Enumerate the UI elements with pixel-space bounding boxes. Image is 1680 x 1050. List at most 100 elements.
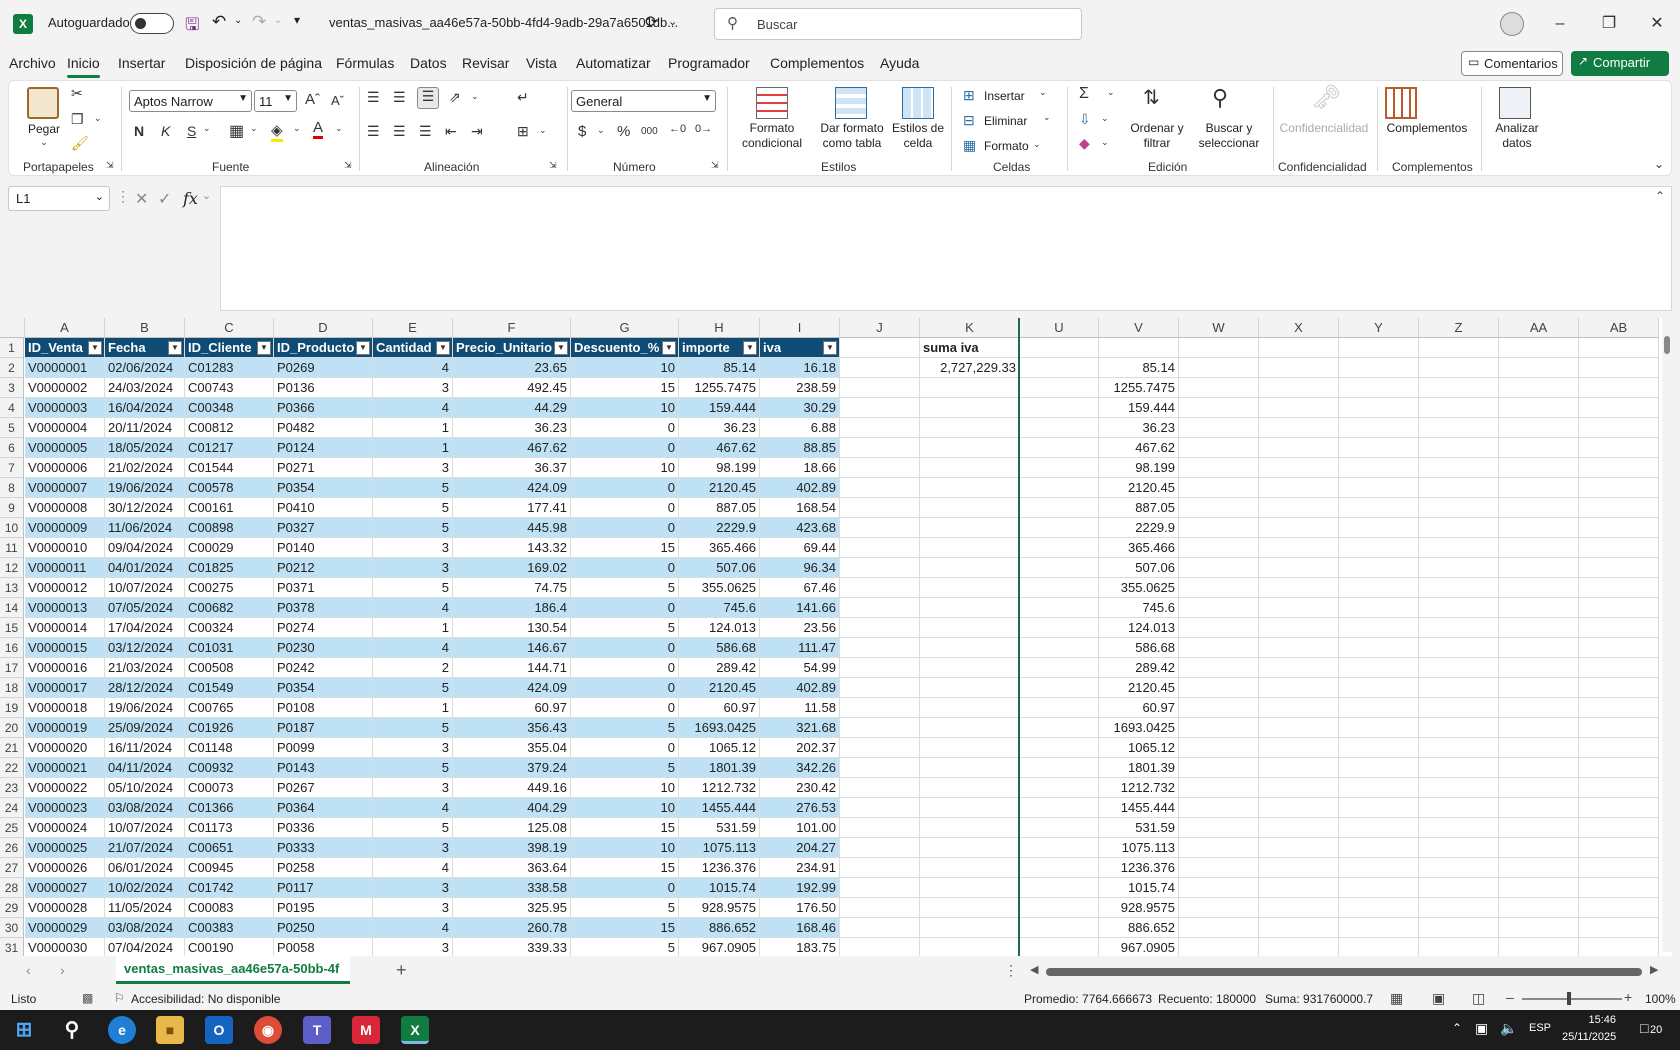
horizontal-scroll-thumb[interactable] [1046,968,1642,976]
sum-iva-value[interactable]: 2,727,229.33 [920,358,1020,378]
row-header[interactable]: 25 [0,818,24,838]
table-cell[interactable]: 4 [373,858,453,878]
table-cell[interactable] [1020,478,1099,498]
table-cell[interactable]: 5 [373,498,453,518]
table-cell[interactable] [1259,738,1339,758]
table-cell[interactable]: 168.46 [760,918,840,938]
table-cell[interactable] [840,678,920,698]
table-cell[interactable]: V0000030 [25,938,105,956]
table-cell[interactable]: 0 [571,498,679,518]
tab-ayuda[interactable]: Ayuda [880,55,919,71]
table-cell[interactable]: 5 [571,898,679,918]
table-cell[interactable]: 16/11/2024 [105,738,185,758]
table-cell[interactable] [1419,558,1499,578]
column-header[interactable]: C [185,318,274,338]
sort-filter-label-1[interactable]: Ordenar y [1127,121,1187,136]
network-icon[interactable]: ▣ [1475,1020,1488,1037]
table-cell[interactable]: 1801.39 [679,758,760,778]
table-cell[interactable]: 1 [373,698,453,718]
align-bottom-icon[interactable]: ☰ [417,87,439,109]
table-cell[interactable] [1579,798,1659,818]
table-cell[interactable] [920,478,1020,498]
table-cell[interactable] [1259,798,1339,818]
format-as-table-icon[interactable] [835,87,867,119]
column-header[interactable]: AB [1579,318,1659,338]
table-cell[interactable]: P0058 [274,938,373,956]
row-header[interactable]: 16 [0,638,24,658]
table-cell[interactable] [1339,598,1419,618]
table-cell[interactable]: P0364 [274,798,373,818]
table-cell[interactable] [1499,778,1579,798]
table-cell[interactable] [1179,938,1259,956]
row-header[interactable]: 3 [0,378,24,398]
table-cell[interactable]: V0000002 [25,378,105,398]
underline-button[interactable]: S [187,123,196,139]
minimize-icon[interactable]: – [1548,12,1572,36]
wrap-text-icon[interactable]: ↵ [517,89,529,106]
table-cell[interactable]: C00651 [185,838,274,858]
table-cell[interactable] [920,858,1020,878]
table-cell[interactable] [1499,658,1579,678]
filter-dropdown-icon[interactable]: ▼ [88,341,102,355]
table-cell[interactable]: 3 [373,378,453,398]
table-cell[interactable]: 10/02/2024 [105,878,185,898]
analyze-data-icon[interactable] [1499,87,1531,119]
table-cell[interactable] [840,518,920,538]
table-cell[interactable] [1499,518,1579,538]
table-cell[interactable] [1020,458,1099,478]
table-cell[interactable] [1419,738,1499,758]
table-cell[interactable] [1499,498,1579,518]
table-cell[interactable]: V0000014 [25,618,105,638]
table-cell[interactable]: V0000011 [25,558,105,578]
number-format-select[interactable]: General ▼ [571,90,716,112]
table-cell[interactable]: V0000022 [25,778,105,798]
table-cell[interactable]: 531.59 [1099,818,1179,838]
table-cell[interactable]: V0000013 [25,598,105,618]
table-cell[interactable]: 07/04/2024 [105,938,185,956]
table-cell[interactable] [1499,598,1579,618]
table-cell[interactable] [840,818,920,838]
table-cell[interactable]: 5 [373,818,453,838]
table-cell[interactable] [1339,678,1419,698]
table-cell[interactable]: C01031 [185,638,274,658]
table-cell[interactable]: 36.23 [453,418,571,438]
table-cell[interactable] [1499,838,1579,858]
increase-font-icon[interactable]: Aˆ [305,91,320,108]
table-cell[interactable]: 492.45 [453,378,571,398]
thousands-icon[interactable]: 000 [641,126,658,137]
table-cell[interactable]: 4 [373,798,453,818]
table-cell[interactable] [1579,718,1659,738]
column-header[interactable]: F [453,318,571,338]
fill-dropdown-icon[interactable]: ⌄ [1101,113,1109,124]
table-cell[interactable] [920,458,1020,478]
table-cell[interactable] [1419,398,1499,418]
column-header[interactable]: U [1020,318,1099,338]
table-cell[interactable]: 379.24 [453,758,571,778]
table-cell[interactable]: 17/04/2024 [105,618,185,638]
table-cell[interactable]: 4 [373,598,453,618]
row-header[interactable]: 11 [0,538,24,558]
table-cell[interactable] [1020,918,1099,938]
table-cell[interactable] [1499,478,1579,498]
table-cell[interactable] [1259,698,1339,718]
table-cell[interactable] [1419,518,1499,538]
table-cell[interactable]: P0336 [274,818,373,838]
table-cell[interactable] [920,758,1020,778]
table-cell[interactable] [840,718,920,738]
restore-icon[interactable]: ❐ [1597,12,1621,36]
table-cell[interactable] [920,598,1020,618]
table-cell[interactable]: P0136 [274,378,373,398]
show-hidden-icons[interactable]: ⌃ [1452,1021,1462,1035]
table-cell[interactable]: P0143 [274,758,373,778]
tab-disposicion[interactable]: Disposición de página [185,55,322,71]
table-cell[interactable]: V0000006 [25,458,105,478]
table-cell[interactable] [840,898,920,918]
table-cell[interactable]: P0230 [274,638,373,658]
table-cell[interactable] [840,698,920,718]
table-cell[interactable]: 238.59 [760,378,840,398]
table-cell[interactable]: 159.444 [1099,398,1179,418]
table-cell[interactable]: 16.18 [760,358,840,378]
table-cell[interactable] [1179,658,1259,678]
row-header[interactable]: 27 [0,858,24,878]
column-header[interactable]: A [25,318,105,338]
